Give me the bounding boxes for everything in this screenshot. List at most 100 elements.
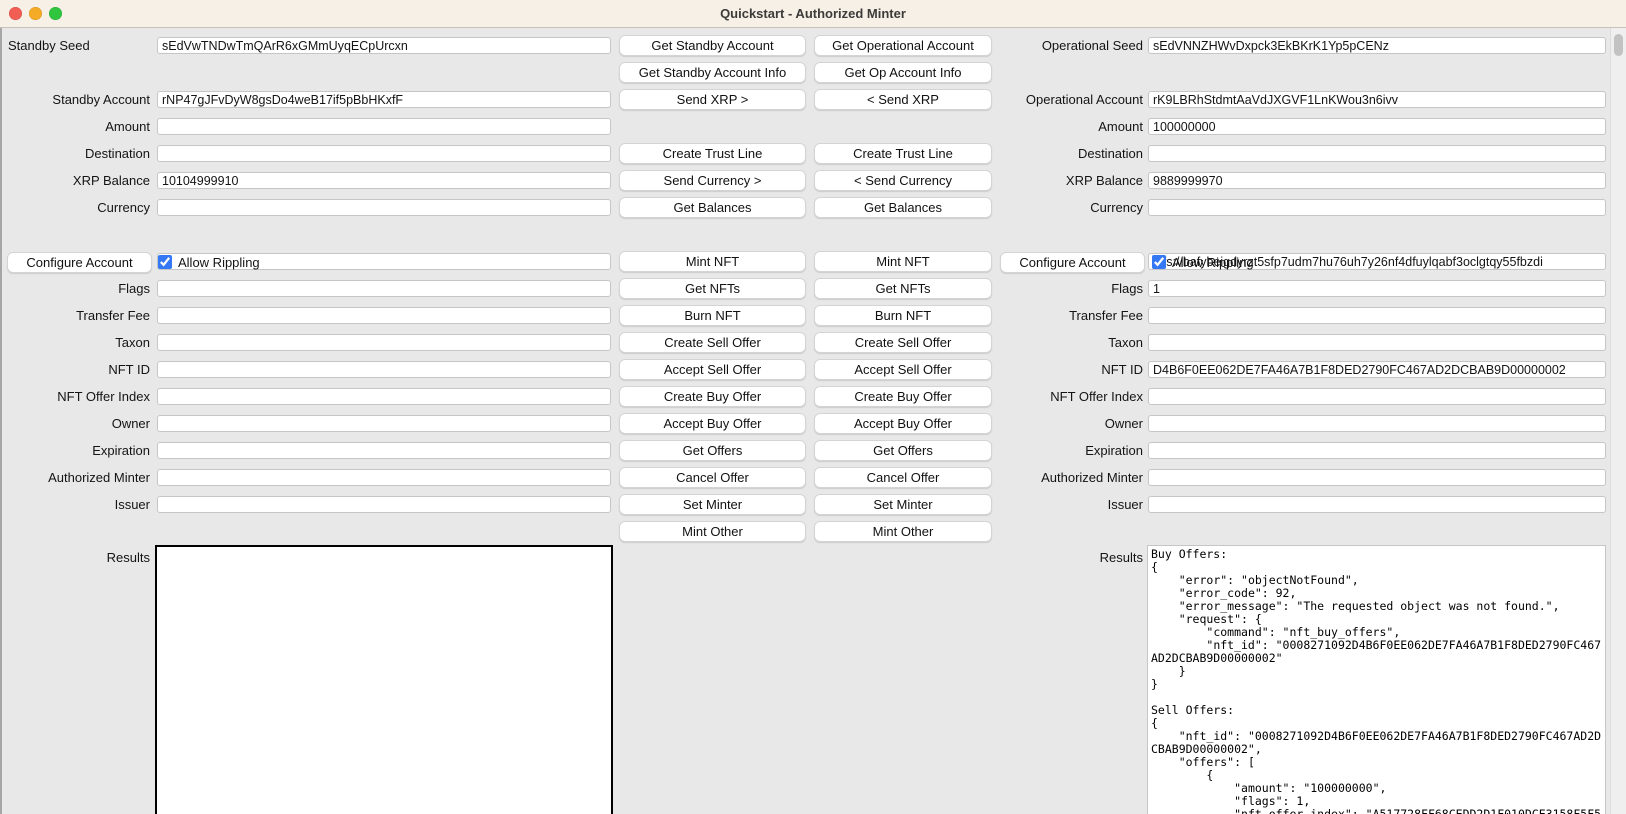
standby-buttons-accept-sell-offer-button[interactable]: Accept Sell Offer (619, 359, 806, 380)
standby-panel-transfer-fee-input[interactable] (157, 307, 611, 324)
operational-panel-currency-input[interactable] (1148, 199, 1606, 216)
scrollbar-thumb[interactable] (1614, 34, 1623, 56)
standby-panel-standby-account-input[interactable] (157, 91, 611, 108)
standby-panel-standby-seed-input[interactable] (157, 37, 611, 54)
operational-panel-transfer-fee-label: Transfer Fee (1007, 307, 1143, 324)
standby-buttons-send-xrp-button[interactable]: Send XRP > (619, 89, 806, 110)
standby-buttons-mint-nft-button[interactable]: Mint NFT (619, 251, 806, 272)
standby-panel-amount-input[interactable] (157, 118, 611, 135)
operational-configure-account-button[interactable]: Configure Account (1000, 252, 1145, 273)
standby-panel-owner-input[interactable] (157, 415, 611, 432)
operational-buttons-cancel-offer-button[interactable]: Cancel Offer (814, 467, 992, 488)
operational-buttons-get-op-account-info-button[interactable]: Get Op Account Info (814, 62, 992, 83)
standby-buttons-burn-nft-button[interactable]: Burn NFT (619, 305, 806, 326)
standby-panel-nft-offer-index-input[interactable] (157, 388, 611, 405)
standby-allow-rippling-label: Allow Rippling (178, 254, 260, 271)
standby-panel-taxon-input[interactable] (157, 334, 611, 351)
operational-allow-rippling-checkbox[interactable] (1152, 255, 1166, 269)
standby-panel-authorized-minter-input[interactable] (157, 469, 611, 486)
standby-panel-issuer-label: Issuer (14, 496, 150, 513)
standby-buttons-set-minter-button[interactable]: Set Minter (619, 494, 806, 515)
operational-buttons-get-nfts-button[interactable]: Get NFTs (814, 278, 992, 299)
operational-panel-taxon-input[interactable] (1148, 334, 1606, 351)
standby-buttons-cancel-offer-button[interactable]: Cancel Offer (619, 467, 806, 488)
operational-panel-operational-seed-label: Operational Seed (1007, 37, 1143, 54)
standby-panel-standby-seed-label: Standby Seed (8, 37, 150, 54)
vertical-scrollbar[interactable] (1610, 28, 1626, 814)
operational-buttons-get-operational-account-button[interactable]: Get Operational Account (814, 35, 992, 56)
operational-results-textarea[interactable]: Buy Offers: { "error": "objectNotFound",… (1147, 545, 1606, 814)
standby-panel-nft-offer-index-label: NFT Offer Index (14, 388, 150, 405)
operational-buttons-mint-nft-button[interactable]: Mint NFT (814, 251, 992, 272)
standby-buttons-get-standby-account-info-button[interactable]: Get Standby Account Info (619, 62, 806, 83)
standby-panel-amount-label: Amount (14, 118, 150, 135)
operational-panel-operational-seed-input[interactable] (1148, 37, 1606, 54)
operational-panel-transfer-fee-input[interactable] (1148, 307, 1606, 324)
operational-buttons-mint-other-button[interactable]: Mint Other (814, 521, 992, 542)
operational-buttons-send-xrp-button[interactable]: < Send XRP (814, 89, 992, 110)
standby-buttons-create-trust-line-button[interactable]: Create Trust Line (619, 143, 806, 164)
title-bar: Quickstart - Authorized Minter (0, 0, 1626, 28)
standby-panel-flags-input[interactable] (157, 280, 611, 297)
operational-buttons-get-offers-button[interactable]: Get Offers (814, 440, 992, 461)
standby-panel-currency-label: Currency (14, 199, 150, 216)
operational-panel-flags-label: Flags (1007, 280, 1143, 297)
standby-panel-flags-label: Flags (14, 280, 150, 297)
standby-buttons-accept-buy-offer-button[interactable]: Accept Buy Offer (619, 413, 806, 434)
app-window: Quickstart - Authorized Minter Standby S… (0, 0, 1626, 814)
standby-panel-destination-label: Destination (14, 145, 150, 162)
standby-panel-owner-label: Owner (14, 415, 150, 432)
operational-panel-authorized-minter-label: Authorized Minter (1007, 469, 1143, 486)
main-content: Standby Seed Standby Account Amount Destina… (0, 28, 1626, 814)
operational-panel-issuer-input[interactable] (1148, 496, 1606, 513)
operational-panel-operational-account-input[interactable] (1148, 91, 1606, 108)
operational-buttons-get-balances-button[interactable]: Get Balances (814, 197, 992, 218)
standby-buttons-create-sell-offer-button[interactable]: Create Sell Offer (619, 332, 806, 353)
standby-panel-currency-input[interactable] (157, 199, 611, 216)
standby-panel-xrp-balance-input[interactable] (157, 172, 611, 189)
operational-panel-nft-offer-index-input[interactable] (1148, 388, 1606, 405)
standby-buttons-get-balances-button[interactable]: Get Balances (619, 197, 806, 218)
standby-results-textarea[interactable] (155, 545, 613, 814)
standby-buttons-send-currency-button[interactable]: Send Currency > (619, 170, 806, 191)
operational-panel-authorized-minter-input[interactable] (1148, 469, 1606, 486)
operational-panel-owner-input[interactable] (1148, 415, 1606, 432)
standby-panel-taxon-label: Taxon (14, 334, 150, 351)
operational-panel-destination-label: Destination (1007, 145, 1143, 162)
operational-buttons-create-buy-offer-button[interactable]: Create Buy Offer (814, 386, 992, 407)
operational-panel-issuer-label: Issuer (1007, 496, 1143, 513)
standby-panel-standby-account-label: Standby Account (14, 91, 150, 108)
operational-panel-operational-account-label: Operational Account (1007, 91, 1143, 108)
operational-panel-nft-id-input[interactable] (1148, 361, 1606, 378)
operational-panel-amount-input[interactable] (1148, 118, 1606, 135)
operational-panel-xrp-balance-input[interactable] (1148, 172, 1606, 189)
standby-buttons-get-standby-account-button[interactable]: Get Standby Account (619, 35, 806, 56)
standby-buttons-mint-other-button[interactable]: Mint Other (619, 521, 806, 542)
operational-buttons-accept-buy-offer-button[interactable]: Accept Buy Offer (814, 413, 992, 434)
operational-panel-xrp-balance-label: XRP Balance (1007, 172, 1143, 189)
operational-panel-nft-offer-index-label: NFT Offer Index (1007, 388, 1143, 405)
operational-buttons-create-trust-line-button[interactable]: Create Trust Line (814, 143, 992, 164)
standby-panel-nft-id-label: NFT ID (14, 361, 150, 378)
standby-panel-expiration-input[interactable] (157, 442, 611, 459)
operational-buttons-set-minter-button[interactable]: Set Minter (814, 494, 992, 515)
operational-panel-owner-label: Owner (1007, 415, 1143, 432)
standby-configure-account-button[interactable]: Configure Account (7, 252, 152, 273)
standby-buttons-get-offers-button[interactable]: Get Offers (619, 440, 806, 461)
operational-buttons-accept-sell-offer-button[interactable]: Accept Sell Offer (814, 359, 992, 380)
operational-allow-rippling-label: Allow Rippling (1172, 254, 1254, 271)
operational-buttons-send-currency-button[interactable]: < Send Currency (814, 170, 992, 191)
operational-panel-destination-input[interactable] (1148, 145, 1606, 162)
standby-panel-destination-input[interactable] (157, 145, 611, 162)
operational-panel-flags-input[interactable] (1148, 280, 1606, 297)
operational-panel-taxon-label: Taxon (1007, 334, 1143, 351)
standby-panel-nft-id-input[interactable] (157, 361, 611, 378)
standby-allow-rippling-checkbox[interactable] (158, 255, 172, 269)
standby-panel-xrp-balance-label: XRP Balance (14, 172, 150, 189)
standby-buttons-create-buy-offer-button[interactable]: Create Buy Offer (619, 386, 806, 407)
operational-buttons-create-sell-offer-button[interactable]: Create Sell Offer (814, 332, 992, 353)
standby-panel-issuer-input[interactable] (157, 496, 611, 513)
standby-buttons-get-nfts-button[interactable]: Get NFTs (619, 278, 806, 299)
operational-buttons-burn-nft-button[interactable]: Burn NFT (814, 305, 992, 326)
operational-panel-expiration-input[interactable] (1148, 442, 1606, 459)
